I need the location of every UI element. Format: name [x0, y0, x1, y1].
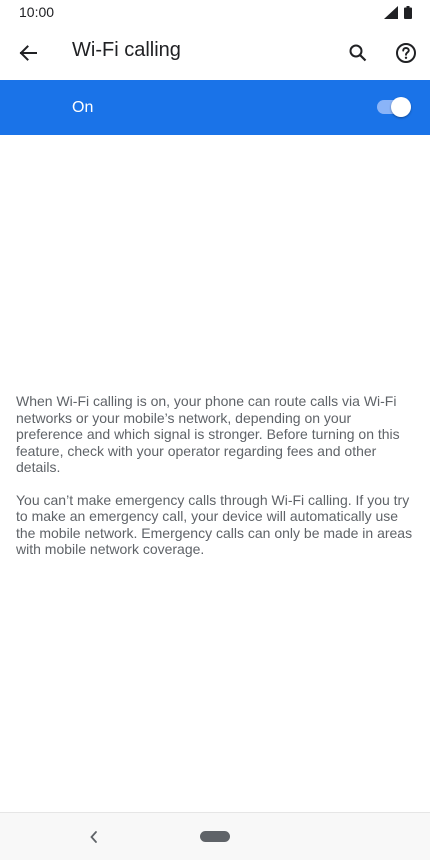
back-arrow-icon	[19, 45, 37, 61]
search-button[interactable]	[344, 39, 372, 67]
home-pill-icon[interactable]	[200, 831, 230, 842]
wifi-calling-switch[interactable]	[377, 97, 411, 117]
nav-back-button[interactable]	[84, 827, 104, 847]
help-button[interactable]	[392, 39, 420, 67]
description-paragraph: When Wi-Fi calling is on, your phone can…	[16, 393, 400, 475]
toggle-label: On	[72, 99, 94, 116]
nav-back-icon	[90, 831, 97, 843]
navigation-bar	[0, 812, 430, 860]
description: When Wi-Fi calling is on, your phone can…	[16, 393, 416, 558]
help-icon	[396, 43, 416, 63]
status-bar: 10:00	[0, 0, 430, 26]
status-icons	[384, 6, 412, 19]
page-title: Wi-Fi calling	[72, 39, 181, 61]
wifi-calling-toggle-row[interactable]: On	[0, 80, 430, 135]
signal-icon	[384, 6, 398, 19]
back-button[interactable]	[14, 39, 42, 67]
switch-thumb	[391, 97, 411, 117]
status-time: 10:00	[19, 4, 55, 20]
description-paragraph: You can’t make emergency calls through W…	[16, 491, 413, 558]
search-icon	[349, 44, 367, 62]
app-bar: Wi-Fi calling	[0, 26, 430, 80]
battery-icon	[404, 6, 412, 19]
